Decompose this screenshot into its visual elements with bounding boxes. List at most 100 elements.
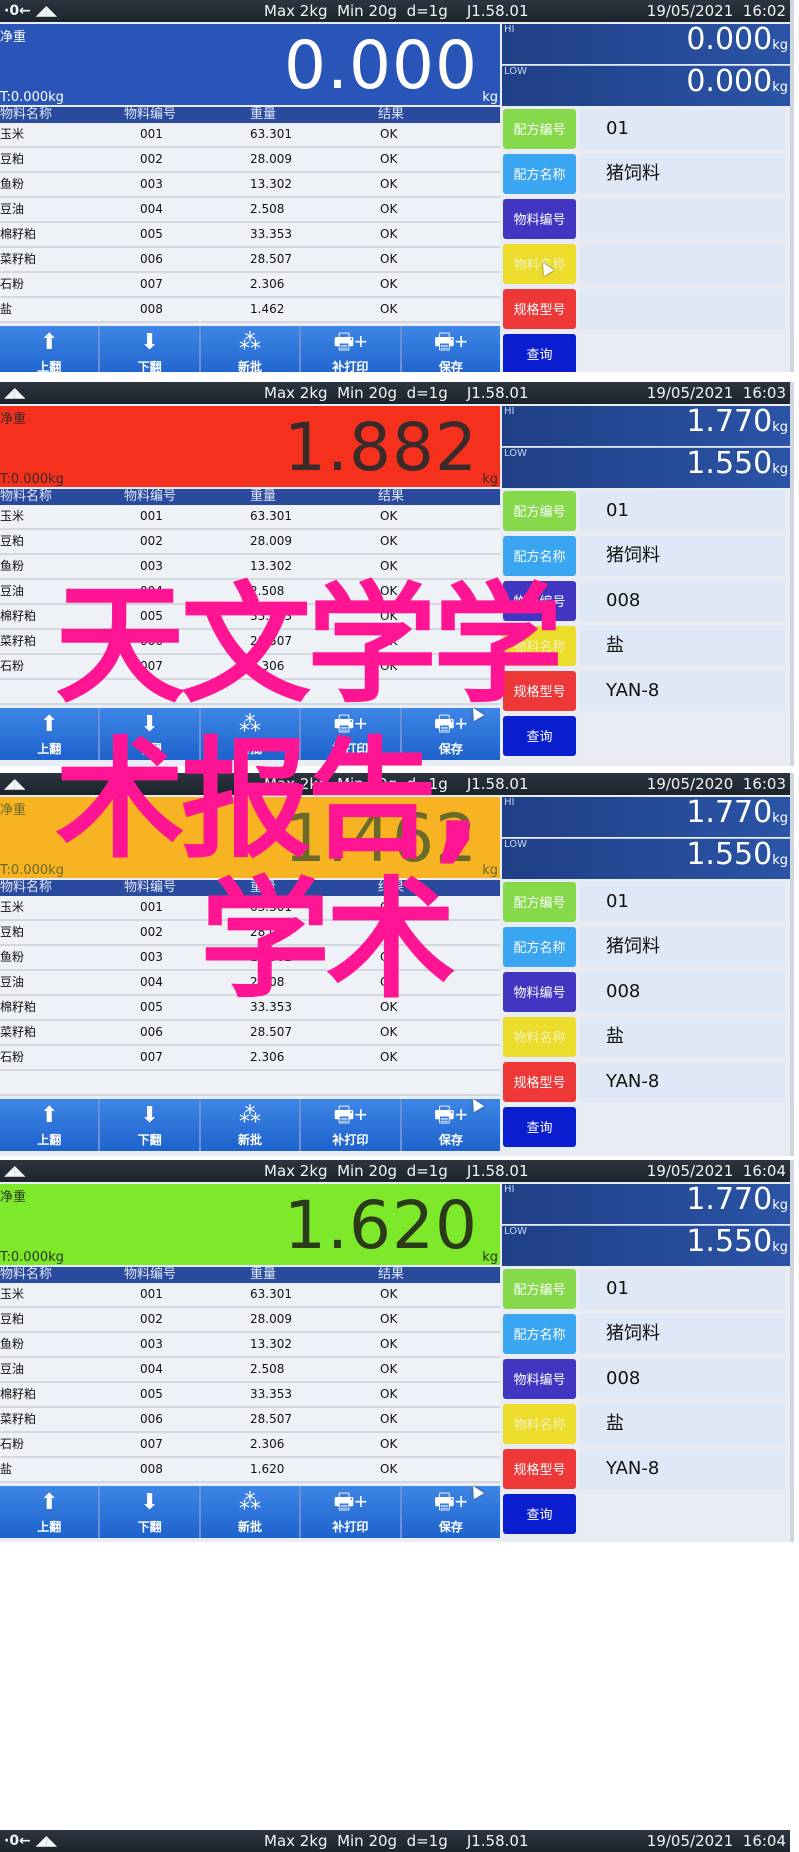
status-bar: ·0← ◢◣ Max 2kg Min 20g d=1g J1.58.01 19/05… xyxy=(0,0,790,22)
hi-limit-box[interactable]: HI 0.000kg xyxy=(502,22,790,64)
toolbar-button-上翻[interactable]: ⬆ 上翻 xyxy=(0,1099,99,1151)
hi-limit-box[interactable]: HI 1.770kg xyxy=(502,1182,790,1224)
side-button-2[interactable]: 物料编号 xyxy=(503,199,576,239)
side-button-2[interactable]: 物料编号 xyxy=(503,1359,576,1399)
side-button-3[interactable]: 物料名称 xyxy=(503,1404,576,1444)
low-limit-box[interactable]: LOW 0.000kg xyxy=(502,64,790,106)
side-button-0[interactable]: 配方编号 xyxy=(503,491,576,531)
scale-specs: Max 2kg Min 20g d=1g J1.58.01 xyxy=(264,1162,529,1180)
result: OK xyxy=(380,1050,398,1064)
low-limit-unit: kg xyxy=(772,853,788,868)
table-row[interactable]: 菜籽粕 006 28.507 OK xyxy=(0,248,500,273)
bottom-toolbar: ⬆ 上翻 ⬇ 下翻 ⁂ 新批 🖶+ 补打印 🖶+ 保存 xyxy=(0,1099,501,1151)
weight-reading: 0.000 xyxy=(284,27,478,104)
result: OK xyxy=(380,152,398,166)
toolbar-button-下翻[interactable]: ⬇ 下翻 xyxy=(100,326,199,372)
table-row[interactable]: 菜籽粕 006 28.507 OK xyxy=(0,1408,500,1433)
side-button-5[interactable]: 查询 xyxy=(503,1107,576,1147)
table-row[interactable]: 豆粕 002 28.009 OK xyxy=(0,148,500,173)
side-button-1[interactable]: 配方名称 xyxy=(503,154,576,194)
table-row[interactable]: 盐 008 1.462 OK xyxy=(0,298,500,323)
side-button-4[interactable]: 规格型号 xyxy=(503,289,576,329)
side-button-5[interactable]: 查询 xyxy=(503,1494,576,1534)
side-value-field: 猪饲料 xyxy=(580,154,785,194)
hi-limit-box[interactable]: HI 1.770kg xyxy=(502,795,790,837)
side-value-field: YAN-8 xyxy=(580,1449,785,1489)
table-row[interactable]: 玉米 001 63.301 OK xyxy=(0,1283,500,1308)
toolbar-button-label: 保存 xyxy=(438,1133,463,1147)
result: OK xyxy=(380,202,398,216)
weight: 13.302 xyxy=(250,1337,292,1351)
side-button-4[interactable]: 规格型号 xyxy=(503,1062,576,1102)
table-row[interactable]: 石粉 007 2.306 OK xyxy=(0,273,500,298)
side-button-3[interactable]: 物料名称 xyxy=(503,1017,576,1057)
table-row[interactable]: 豆粕 002 28.009 OK xyxy=(0,1308,500,1333)
toolbar-button-新批[interactable]: ⁂ 新批 xyxy=(200,326,300,372)
material-code: 001 xyxy=(140,900,163,914)
low-limit-number: 1.550 xyxy=(686,1224,773,1259)
zero-tare-indicator-icon: ·0← ◢◣ xyxy=(4,3,58,19)
toolbar-button-补打印[interactable]: 🖶+ 补打印 xyxy=(301,1099,400,1151)
side-value-field: YAN-8 xyxy=(580,1062,785,1102)
toolbar-button-补打印[interactable]: 🖶+ 补打印 xyxy=(301,326,400,372)
low-limit-box[interactable]: LOW 1.550kg xyxy=(502,1224,790,1266)
table-row[interactable]: 菜籽粕 006 28.507 OK xyxy=(0,1021,500,1046)
weight: 2.306 xyxy=(250,1437,285,1451)
low-limit-box[interactable]: LOW 1.550kg xyxy=(502,837,790,879)
low-limit-number: 0.000 xyxy=(686,64,773,99)
table-header: 物料名称 物料编号 重量 结果 xyxy=(0,489,500,505)
toolbar-button-保存[interactable]: 🖶+ 保存 xyxy=(401,1486,501,1538)
low-limit-box[interactable]: LOW 1.550kg xyxy=(502,446,790,488)
toolbar-button-上翻[interactable]: ⬆ 上翻 xyxy=(0,326,99,372)
table-row[interactable]: 石粉 007 2.306 OK xyxy=(0,1433,500,1458)
side-button-2[interactable]: 物料编号 xyxy=(503,972,576,1012)
toolbar-button-label: 下翻 xyxy=(137,1133,162,1147)
table-row[interactable]: 盐 008 1.620 OK xyxy=(0,1458,500,1483)
zero-tare-indicator-icon: ·0← ◢◣ xyxy=(4,1833,58,1849)
side-button-0[interactable]: 配方编号 xyxy=(503,882,576,922)
low-limit-number: 1.550 xyxy=(686,837,773,872)
toolbar-button-上翻[interactable]: ⬆ 上翻 xyxy=(0,1486,99,1538)
toolbar-button-新批[interactable]: ⁂ 新批 xyxy=(200,1099,300,1151)
table-row[interactable]: 棉籽粕 005 33.353 OK xyxy=(0,1383,500,1408)
toolbar-button-保存[interactable]: 🖶+ 保存 xyxy=(401,326,501,372)
weight: 1.462 xyxy=(250,302,285,316)
material-code: 005 xyxy=(140,1387,163,1401)
side-button-0[interactable]: 配方编号 xyxy=(503,109,576,149)
table-row[interactable]: 石粉 007 2.306 OK xyxy=(0,1046,500,1071)
weight-unit: kg xyxy=(482,90,498,105)
table-row[interactable]: 豆油 004 2.508 OK xyxy=(0,1358,500,1383)
table-row[interactable]: 鱼粉 003 13.302 OK xyxy=(0,1333,500,1358)
toolbar-button-新批[interactable]: ⁂ 新批 xyxy=(200,1486,300,1538)
material-name: 玉米 xyxy=(0,900,25,914)
side-button-4[interactable]: 规格型号 xyxy=(503,1449,576,1489)
toolbar-button-label: 新批 xyxy=(238,1520,263,1534)
table-row[interactable]: 豆粕 002 28.009 OK xyxy=(0,530,500,555)
material-name: 豆油 xyxy=(0,584,25,598)
side-button-1[interactable]: 配方名称 xyxy=(503,1314,576,1354)
toolbar-button-补打印[interactable]: 🖶+ 补打印 xyxy=(301,1486,400,1538)
table-row[interactable]: 鱼粉 003 13.302 OK xyxy=(0,173,500,198)
column-header: 物料名称 xyxy=(0,880,53,895)
side-button-5[interactable]: 查询 xyxy=(503,334,576,372)
side-button-0[interactable]: 配方编号 xyxy=(503,1269,576,1309)
table-row[interactable]: 玉米 001 63.301 OK xyxy=(0,505,500,530)
side-button-1[interactable]: 配方名称 xyxy=(503,927,576,967)
toolbar-button-保存[interactable]: 🖶+ 保存 xyxy=(401,1099,501,1151)
table-row[interactable] xyxy=(0,1071,500,1096)
limit-panel: HI 1.770kg LOW 1.550kg xyxy=(502,404,790,488)
scale-screen-panel: ◢◣ Max 2kg Min 20g d=1g J1.58.01 19/05/202… xyxy=(0,1160,794,1542)
hi-limit-box[interactable]: HI 1.770kg xyxy=(502,404,790,446)
result: OK xyxy=(380,1387,398,1401)
table-row[interactable]: 豆油 004 2.508 OK xyxy=(0,198,500,223)
table-row[interactable]: 棉籽粕 005 33.353 OK xyxy=(0,223,500,248)
material-code: 006 xyxy=(140,252,163,266)
low-limit-value: 0.000kg xyxy=(686,64,788,106)
toolbar-button-下翻[interactable]: ⬇ 下翻 xyxy=(100,1486,199,1538)
material-name: 鱼粉 xyxy=(0,950,25,964)
material-name: 石粉 xyxy=(0,277,25,291)
toolbar-button-下翻[interactable]: ⬇ 下翻 xyxy=(100,1099,199,1151)
side-button-5[interactable]: 查询 xyxy=(503,716,576,756)
table-row[interactable]: 玉米 001 63.301 OK xyxy=(0,123,500,148)
low-limit-label: LOW xyxy=(504,66,527,77)
